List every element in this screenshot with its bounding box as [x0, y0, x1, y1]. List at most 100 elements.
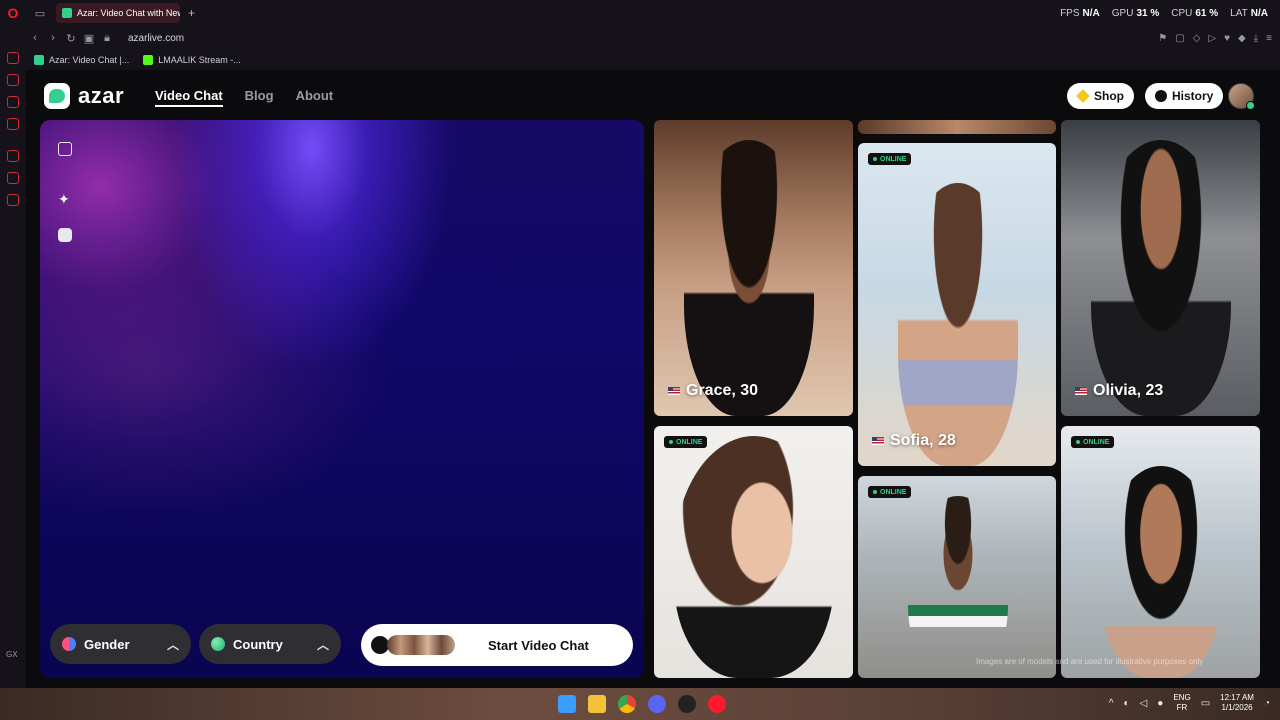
- profile-card[interactable]: Grace, 30: [654, 120, 853, 416]
- history-button[interactable]: History: [1145, 83, 1224, 109]
- country-filter-button[interactable]: Country ︿: [199, 624, 341, 664]
- stat-fps: FPS N/A: [1060, 7, 1100, 19]
- headset-icon[interactable]: ◐: [1124, 698, 1130, 709]
- url-field[interactable]: azarlive.com: [128, 33, 184, 44]
- azar-logo[interactable]: azar: [44, 83, 124, 109]
- heart-icon[interactable]: ♥: [1224, 33, 1230, 44]
- steam-icon[interactable]: [678, 695, 696, 713]
- bookmark-icon[interactable]: ⚑: [1158, 33, 1167, 44]
- network-icon[interactable]: ▭: [1201, 698, 1210, 709]
- face-mask-icon[interactable]: [58, 228, 72, 242]
- us-flag-icon: [668, 387, 680, 395]
- snapshot-icon[interactable]: ▢: [1175, 33, 1184, 44]
- profile-photo: [674, 436, 834, 678]
- workspaces-icon[interactable]: ▭: [26, 7, 54, 20]
- profile-card[interactable]: ONLINE: [858, 476, 1056, 678]
- stat-lat: LAT N/A: [1230, 7, 1268, 19]
- history-sidebar-icon[interactable]: [7, 150, 19, 162]
- bookmark-azar[interactable]: Azar: Video Chat |...: [34, 55, 129, 65]
- fullscreen-icon[interactable]: [58, 142, 72, 156]
- browser-tab-bar: O ▭ Azar: Video Chat with New + FPS N/A G…: [0, 0, 1280, 26]
- new-tab-button[interactable]: +: [188, 6, 195, 20]
- windows-taskbar: ^ ◐ ◁ ● ENG FR ▭ 12:17 AM 1/1/2026 ◔: [0, 688, 1280, 720]
- chevron-up-icon[interactable]: ^: [1109, 698, 1114, 709]
- opera-gx-menu-icon[interactable]: O: [0, 0, 26, 26]
- start-video-chat-button[interactable]: Start Video Chat: [361, 624, 633, 666]
- extension-icon[interactable]: ◆: [1238, 33, 1246, 44]
- gx-control-icon[interactable]: [7, 52, 19, 64]
- language-indicator[interactable]: ENG FR: [1173, 693, 1190, 713]
- volume-icon[interactable]: ◁: [1140, 698, 1148, 709]
- file-explorer-icon[interactable]: [588, 695, 606, 713]
- gender-filter-button[interactable]: Gender ︿: [50, 624, 191, 664]
- azar-page: azar Video Chat Blog About Shop History …: [26, 70, 1280, 688]
- start-menu-icon[interactable]: [558, 695, 576, 713]
- azar-logo-icon: [44, 83, 70, 109]
- play-icon[interactable]: ▷: [1208, 33, 1216, 44]
- stat-cpu: CPU 61 %: [1171, 7, 1219, 19]
- online-status-dot: [1246, 101, 1255, 110]
- logo-text: azar: [78, 83, 125, 108]
- camera-icon[interactable]: ▣: [80, 32, 98, 45]
- profile-name: Grace, 30: [668, 382, 758, 400]
- online-badge: ONLINE: [1071, 436, 1115, 448]
- shop-button[interactable]: Shop: [1067, 83, 1134, 109]
- opera-gx-icon[interactable]: [708, 695, 726, 713]
- system-tray: ^ ◐ ◁ ● ENG FR ▭ 12:17 AM 1/1/2026 ◔: [1109, 693, 1270, 713]
- settings-sidebar-icon[interactable]: [7, 194, 19, 206]
- menu-icon[interactable]: ≡: [1266, 33, 1272, 44]
- nav-video-chat[interactable]: Video Chat: [155, 88, 223, 107]
- bookmarks-bar: Azar: Video Chat |... LMAALIK Stream -..…: [26, 50, 1280, 70]
- azar-bookmark-icon: [34, 55, 44, 65]
- bookmark-lmaalik[interactable]: LMAALIK Stream -...: [143, 55, 241, 65]
- back-icon[interactable]: ‹: [26, 32, 44, 44]
- reload-icon[interactable]: ↻: [62, 32, 80, 45]
- browser-tab-azar[interactable]: Azar: Video Chat with New: [56, 3, 180, 23]
- gx-store-icon[interactable]: [7, 74, 19, 86]
- main-nav: Video Chat Blog About: [155, 88, 333, 107]
- profile-photo: [1101, 466, 1221, 678]
- discord-icon[interactable]: [648, 695, 666, 713]
- self-camera-preview: ✦: [40, 120, 644, 678]
- gem-icon: [1076, 89, 1090, 103]
- kick-bookmark-icon: [143, 55, 154, 65]
- notification-bell-icon[interactable]: ◔: [1264, 698, 1270, 709]
- forward-icon[interactable]: ›: [44, 32, 62, 44]
- shield-icon[interactable]: ◇: [1193, 33, 1201, 44]
- taskbar-apps: [558, 695, 726, 713]
- profile-name: Olivia, 23: [1075, 382, 1163, 400]
- user-avatars-strip: [387, 635, 455, 655]
- profile-avatar[interactable]: [1228, 83, 1255, 110]
- profile-card[interactable]: ONLINE: [1061, 426, 1260, 678]
- gx-performance-stats: FPS N/A GPU 31 % CPU 61 % LAT N/A: [1060, 0, 1268, 26]
- profile-photo: [1091, 140, 1231, 416]
- profile-card[interactable]: ONLINE: [654, 426, 853, 678]
- chrome-icon[interactable]: [618, 695, 636, 713]
- stat-gpu: GPU 31 %: [1111, 7, 1160, 19]
- download-icon[interactable]: ⤓: [1254, 33, 1258, 44]
- azar-favicon-icon: [62, 8, 72, 18]
- us-flag-icon: [1075, 387, 1087, 395]
- lock-icon: 🔒︎: [104, 31, 110, 44]
- toolbar-icons: ⚑ ▢ ◇ ▷ ♥ ◆ ⤓ ≡: [1158, 33, 1272, 44]
- nav-blog[interactable]: Blog: [245, 88, 274, 107]
- profile-photo: [684, 140, 814, 416]
- online-badge: ONLINE: [868, 153, 912, 165]
- profile-photo: [908, 496, 1008, 678]
- gx-messenger-icon[interactable]: [7, 118, 19, 130]
- effects-sparkle-icon[interactable]: ✦: [58, 192, 72, 206]
- online-badge: ONLINE: [664, 436, 708, 448]
- clock[interactable]: 12:17 AM 1/1/2026: [1220, 693, 1254, 713]
- clock-icon: [1155, 90, 1167, 102]
- profile-card-partial[interactable]: [858, 120, 1056, 134]
- microphone-icon[interactable]: ●: [1157, 698, 1163, 709]
- globe-icon: [211, 637, 225, 651]
- nav-about[interactable]: About: [296, 88, 334, 107]
- extensions-sidebar-icon[interactable]: [7, 172, 19, 184]
- gx-news-icon[interactable]: [7, 96, 19, 108]
- profile-card[interactable]: ONLINE Sofia, 28: [858, 143, 1056, 466]
- online-badge: ONLINE: [868, 486, 912, 498]
- gx-sidebar: GX: [0, 26, 26, 688]
- profile-card[interactable]: Olivia, 23: [1061, 120, 1260, 416]
- profile-photo: [898, 183, 1018, 466]
